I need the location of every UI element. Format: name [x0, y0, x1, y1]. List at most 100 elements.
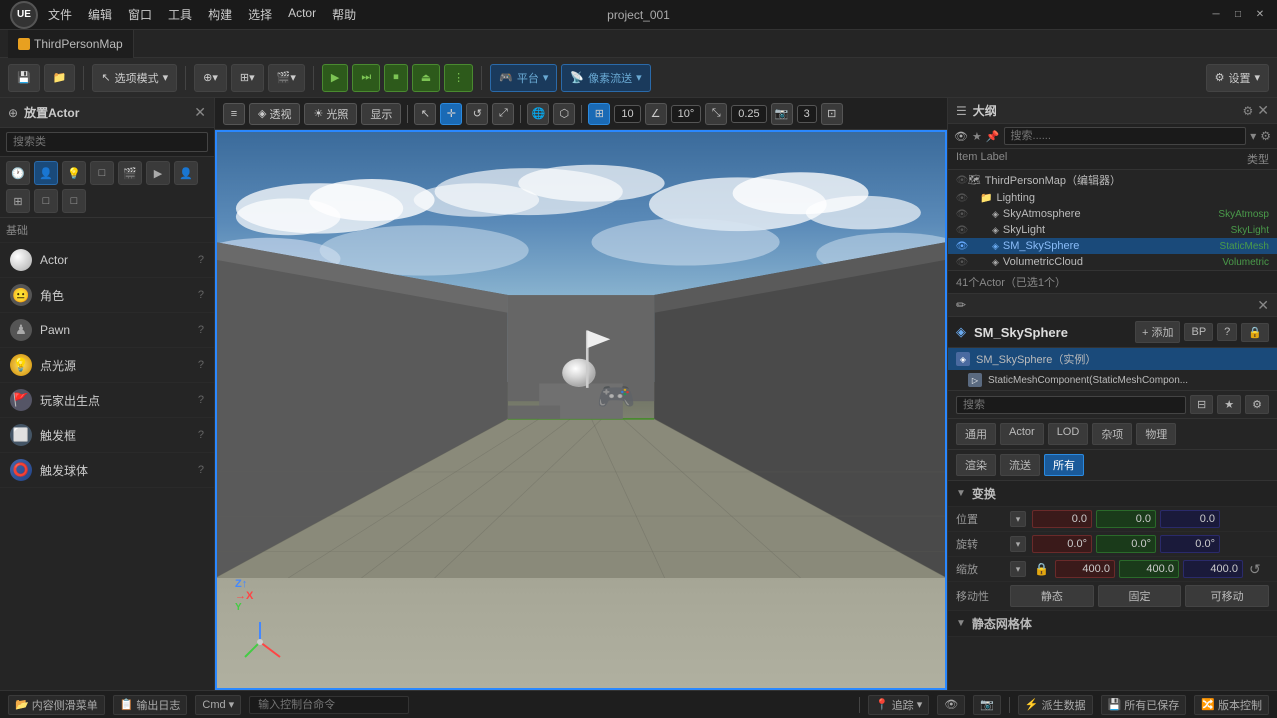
- eject-button[interactable]: ⏏: [412, 64, 440, 92]
- details-add-button[interactable]: + 添加: [1135, 321, 1181, 343]
- outliner-filter-icon[interactable]: ▾: [1250, 129, 1256, 143]
- spawn-data-button[interactable]: ⚡ 派生数据: [1018, 695, 1093, 715]
- scale-expand-button[interactable]: ▾: [1010, 561, 1026, 577]
- details-blueprint-button[interactable]: BP: [1184, 323, 1213, 341]
- filter-tab-actor[interactable]: Actor: [1000, 423, 1044, 445]
- outline-item-volcloud[interactable]: 👁 ◈ VolumetricCloud Volumetric: [948, 254, 1277, 270]
- filter-tab-common[interactable]: 通用: [956, 423, 996, 445]
- outline-item-lighting[interactable]: 👁 📁 Lighting: [948, 190, 1277, 206]
- actor-item-triggersphere[interactable]: ⭕ 触发球体 ?: [0, 453, 214, 488]
- outliner-search-input[interactable]: [1004, 127, 1247, 145]
- vp-move-tool[interactable]: ✛: [440, 103, 462, 125]
- vp-scale-tool[interactable]: ⤢: [492, 103, 514, 125]
- actor-help-char[interactable]: ?: [198, 289, 204, 301]
- vp-grid-size[interactable]: 10: [614, 105, 640, 123]
- comp-item-instance[interactable]: ◈ SM_SkySphere（实例）: [948, 348, 1277, 370]
- scale-y-input[interactable]: [1119, 560, 1179, 578]
- position-x-input[interactable]: [1032, 510, 1092, 528]
- actor-help-trigger[interactable]: ?: [198, 429, 204, 441]
- details-star-button[interactable]: ★: [1217, 395, 1241, 414]
- tab-all[interactable]: ⊞: [6, 189, 30, 213]
- actor-help-light[interactable]: ?: [198, 359, 204, 371]
- viewport[interactable]: ≡ ◈ 透视 ☀ 光照 显示 ↖ ✛ ↺ ⤢ 🌐 ⬡: [215, 98, 947, 690]
- content-browser-button[interactable]: 📂 内容侧滑菜单: [8, 695, 105, 715]
- menu-build[interactable]: 构建: [208, 6, 232, 23]
- add-object-button[interactable]: ⊕▾: [194, 64, 227, 92]
- tab-cinematic[interactable]: 🎬: [118, 161, 142, 185]
- position-y-input[interactable]: [1096, 510, 1156, 528]
- position-z-input[interactable]: [1160, 510, 1220, 528]
- outliner-settings-icon[interactable]: ⚙: [1243, 104, 1254, 118]
- menu-tools[interactable]: 工具: [168, 6, 192, 23]
- filter-tab-render[interactable]: 渲染: [956, 454, 996, 476]
- actor-help-actor[interactable]: ?: [198, 254, 204, 266]
- close-button[interactable]: ✕: [1253, 8, 1267, 22]
- vp-surface-tool[interactable]: ⬡: [553, 103, 575, 125]
- minimize-button[interactable]: ─: [1209, 8, 1223, 22]
- maximize-button[interactable]: □: [1231, 8, 1245, 22]
- more-play-button[interactable]: ⋮: [444, 64, 473, 92]
- actor-item-character[interactable]: 😐 角色 ?: [0, 278, 214, 313]
- save-all-button[interactable]: 💾 所有已保存: [1101, 695, 1187, 715]
- vp-world-tool[interactable]: 🌐: [527, 103, 549, 125]
- tab-light[interactable]: 💡: [62, 161, 86, 185]
- actor-help-sphere[interactable]: ?: [198, 464, 204, 476]
- tab-more2[interactable]: □: [62, 189, 86, 213]
- scale-lock-icon[interactable]: 🔒: [1034, 562, 1049, 576]
- vp-perspective-button[interactable]: ◈ 透视: [249, 103, 300, 125]
- tab-more1[interactable]: □: [34, 189, 58, 213]
- eye-icon-button[interactable]: 👁: [937, 695, 965, 715]
- filter-tab-all[interactable]: 所有: [1044, 454, 1084, 476]
- vp-scale-button[interactable]: ⤡: [705, 103, 727, 125]
- filter-tab-stream[interactable]: 流送: [1000, 454, 1040, 476]
- vp-camera-num[interactable]: 3: [797, 105, 817, 123]
- vp-menu-button[interactable]: ≡: [223, 103, 245, 125]
- details-search-input[interactable]: [956, 396, 1186, 414]
- outline-item-skylight[interactable]: 👁 ◈ SkyLight SkyLight: [948, 222, 1277, 238]
- rotation-x-input[interactable]: [1032, 535, 1092, 553]
- map-tab[interactable]: ThirdPersonMap: [8, 30, 134, 58]
- scale-reset-button[interactable]: ↺: [1249, 561, 1261, 578]
- tab-shapes[interactable]: □: [90, 161, 114, 185]
- select-mode-button[interactable]: ↖ 选项模式 ▾: [92, 64, 177, 92]
- cmd-button[interactable]: Cmd ▾: [195, 695, 241, 715]
- menu-window[interactable]: 窗口: [128, 6, 152, 23]
- actor-search-input[interactable]: [6, 132, 208, 152]
- browse-button[interactable]: 📁: [44, 64, 76, 92]
- close-place-actor-button[interactable]: ✕: [194, 104, 206, 121]
- menu-help[interactable]: 帮助: [332, 6, 356, 23]
- actor-item-triggerbox[interactable]: ⬜ 触发框 ?: [0, 418, 214, 453]
- camera-status-button[interactable]: 📷: [973, 695, 1001, 715]
- details-close-button[interactable]: ✕: [1257, 297, 1269, 314]
- details-list-view-button[interactable]: ⊟: [1190, 395, 1213, 414]
- vp-camera-button[interactable]: 📷: [771, 103, 793, 125]
- actor-help-spawn[interactable]: ?: [198, 394, 204, 406]
- comp-item-static-mesh[interactable]: ▷ StaticMeshComponent(StaticMeshCompon..…: [948, 370, 1277, 390]
- step-button[interactable]: ⏭: [352, 64, 380, 92]
- actor-item-pawn[interactable]: ♟ Pawn ?: [0, 313, 214, 348]
- mobility-movable-button[interactable]: 可移动: [1185, 585, 1269, 607]
- save-button[interactable]: 💾: [8, 64, 40, 92]
- vp-angle-button[interactable]: ∠: [645, 103, 667, 125]
- platform-button[interactable]: 🎮 平台 ▾: [490, 64, 557, 92]
- tracking-button[interactable]: 📍 追踪 ▾: [868, 695, 929, 715]
- actor-item-actor[interactable]: Actor ?: [0, 243, 214, 278]
- rotation-y-input[interactable]: [1096, 535, 1156, 553]
- filter-tab-misc[interactable]: 杂项: [1092, 423, 1132, 445]
- console-input[interactable]: [249, 696, 409, 714]
- rotation-expand-button[interactable]: ▾: [1010, 536, 1026, 552]
- menu-select[interactable]: 选择: [248, 6, 272, 23]
- filter-tab-physics[interactable]: 物理: [1136, 423, 1176, 445]
- snap-button[interactable]: ⊞▾: [231, 64, 264, 92]
- transform-section-header[interactable]: ▼ 变换: [948, 481, 1277, 507]
- mobility-static-button[interactable]: 静态: [1010, 585, 1094, 607]
- outliner-close-button[interactable]: ✕: [1257, 102, 1269, 119]
- tab-visual[interactable]: ▶: [146, 161, 170, 185]
- outline-item-map[interactable]: 👁 🗺 ThirdPersonMap（编辑器）: [948, 170, 1277, 190]
- details-lock-button[interactable]: 🔒: [1241, 323, 1269, 342]
- version-ctrl-button[interactable]: 🔀 版本控制: [1194, 695, 1269, 715]
- vp-select-tool[interactable]: ↖: [414, 103, 436, 125]
- vp-maximize-button[interactable]: ⊡: [821, 103, 843, 125]
- tab-basic[interactable]: 👤: [34, 161, 58, 185]
- scale-x-input[interactable]: [1055, 560, 1115, 578]
